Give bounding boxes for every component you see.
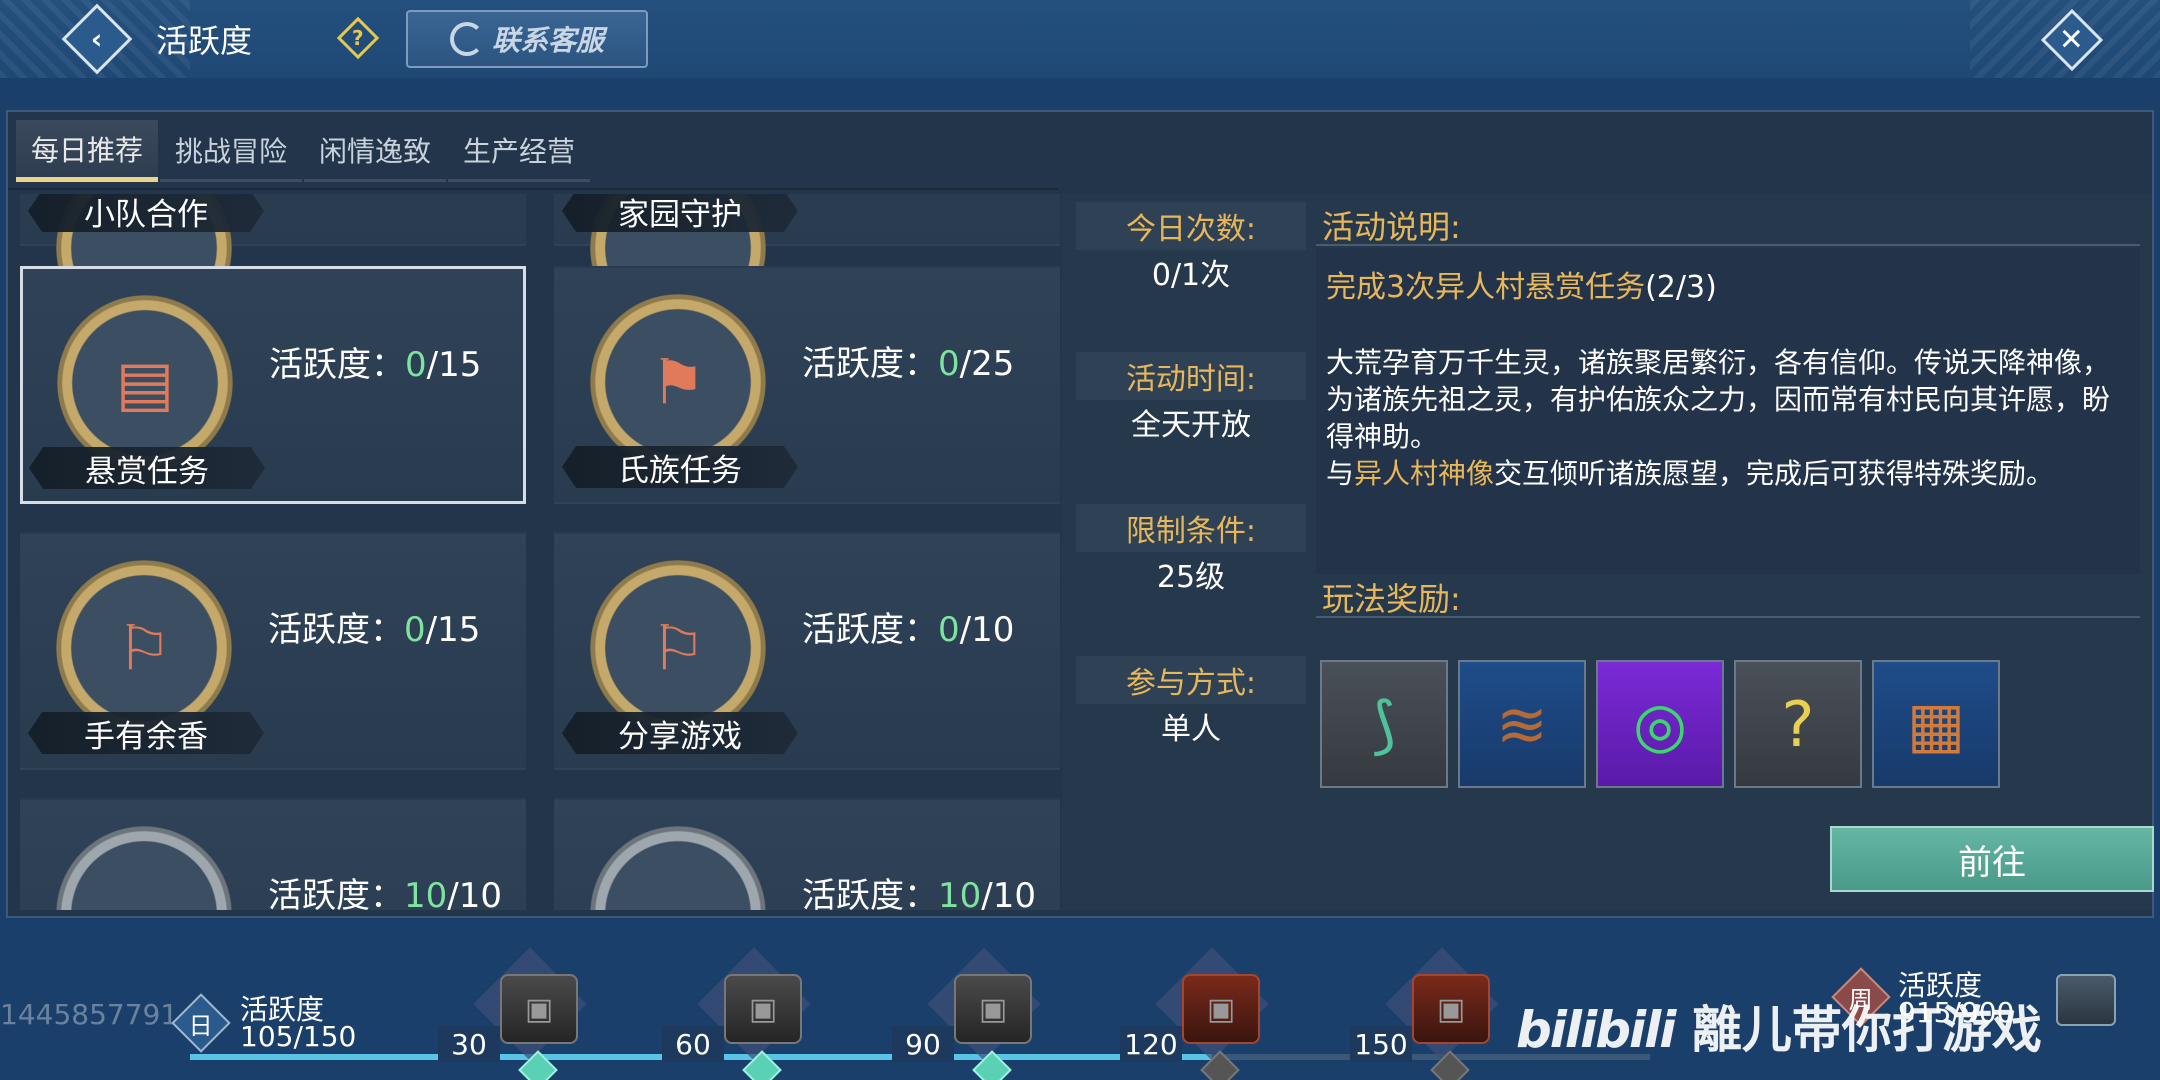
activity-emblem	[56, 826, 232, 910]
tab-challenge[interactable]: 挑战冒险	[160, 120, 302, 182]
milestone-90[interactable]: ▣ 90	[892, 947, 1052, 1080]
activity-emblem: ⚐	[56, 560, 232, 736]
reward-list: ⟆ ≋ ◎ ? ▦	[1320, 660, 2000, 788]
milestone-60[interactable]: ▣ 60	[662, 947, 822, 1080]
tab-production[interactable]: 生产经营	[448, 120, 590, 182]
customer-service-label: 联系客服	[491, 24, 604, 57]
activity-card-completed[interactable]: 活跃度：10/10	[20, 798, 526, 910]
activity-score: 活跃度：10/10	[802, 876, 1036, 910]
headset-icon	[449, 22, 484, 56]
milestone-value: 90	[892, 1026, 954, 1062]
activity-score: 活跃度：0/10	[802, 610, 1015, 650]
info-value: 单人	[1161, 712, 1221, 747]
daily-activity-value: 105/150	[240, 1020, 357, 1053]
milestone-30[interactable]: ▣ 30	[438, 947, 598, 1080]
milestone-150[interactable]: ▣ 150	[1350, 947, 1510, 1080]
info-value: 25级	[1156, 560, 1226, 595]
help-button[interactable]: ?	[336, 16, 380, 60]
go-button[interactable]: 前往	[1830, 826, 2154, 892]
scroll-icon: ⚐	[116, 611, 172, 685]
top-bar: ‹ 活跃度 ? 联系客服 ✕	[0, 0, 2160, 78]
bounty-board-icon: ▤	[115, 346, 175, 420]
description-box: 完成3次异人村悬赏任务(2/3) 大荒孕育万千生灵，诸族聚居繁衍，各有信仰。传说…	[1316, 248, 2140, 574]
info-label: 参与方式:	[1076, 656, 1306, 704]
treasure-chest-icon[interactable]: ▦	[1872, 660, 2000, 788]
chest-icon: ▣	[500, 974, 578, 1044]
activity-info-column: 今日次数: 0/1次 活动时间: 全天开放 限制条件: 25级 参与方式: 单人	[1076, 202, 1306, 902]
activity-emblem: ⚐	[590, 560, 766, 736]
activity-score: 活跃度：0/25	[802, 344, 1015, 384]
uid-watermark: 1445857791	[0, 998, 179, 1031]
activity-name: 手有余香	[28, 712, 264, 754]
weekly-chest-icon[interactable]	[2056, 974, 2116, 1026]
activity-card-fragrance[interactable]: ⚐ 活跃度：0/15 手有余香	[20, 532, 526, 770]
green-claw-icon[interactable]: ⟆	[1320, 660, 1448, 788]
category-tabs: 每日推荐 挑战冒险 闲情逸致 生产经营	[16, 120, 592, 188]
milestone-value: 30	[438, 1026, 500, 1062]
tab-divider	[8, 188, 1058, 190]
activity-score: 活跃度：0/15	[268, 610, 481, 650]
scroll-icon: ⚐	[650, 611, 706, 685]
info-time: 活动时间: 全天开放	[1076, 352, 1306, 444]
jade-ring-icon[interactable]: ◎	[1596, 660, 1724, 788]
bilibili-watermark: bilibili 離儿帯你打游戏	[1516, 1001, 2042, 1059]
milestone-value: 150	[1350, 1026, 1412, 1062]
tab-leisure[interactable]: 闲情逸致	[304, 120, 446, 182]
activity-emblem: ⚑	[590, 294, 766, 470]
info-daily-count: 今日次数: 0/1次	[1076, 202, 1306, 294]
info-label: 限制条件:	[1076, 504, 1306, 552]
daily-badge: 日	[171, 993, 231, 1053]
clan-banner-icon: ⚑	[650, 345, 706, 419]
activity-progress-bar: 1445857791 日 活跃度 105/150 ▣ 30 ▣ 60 ▣ 90 …	[0, 930, 2160, 1080]
close-icon: ✕	[2059, 22, 2085, 58]
description-text: 大荒孕育万千生灵，诸族聚居繁衍，各有信仰。传说天降神像，为诸族先祖之灵，有护佑族…	[1326, 346, 2111, 490]
customer-service-button[interactable]: 联系客服	[406, 10, 648, 68]
chest-icon: ▣	[1412, 974, 1490, 1044]
milestone-value: 120	[1120, 1026, 1182, 1062]
chest-icon: ▣	[954, 974, 1032, 1044]
activity-score: 活跃度：10/10	[268, 876, 502, 910]
activity-card-team[interactable]: 小队合作	[20, 194, 526, 336]
back-button[interactable]: ‹	[61, 3, 133, 75]
activity-card-completed[interactable]: 活跃度：10/10	[554, 798, 1060, 910]
activity-name: 悬赏任务	[29, 447, 265, 489]
info-label: 今日次数:	[1076, 202, 1306, 250]
page-title: 活跃度	[156, 22, 253, 60]
milestone-value: 60	[662, 1026, 724, 1062]
info-requirement: 限制条件: 25级	[1076, 504, 1306, 596]
activity-name: 分享游戏	[562, 712, 798, 754]
close-button[interactable]: ✕	[2040, 8, 2104, 72]
activity-emblem	[590, 826, 766, 910]
activity-score: 活跃度：0/15	[269, 345, 482, 385]
activity-card-share[interactable]: ⚐ 活跃度：0/10 分享游戏	[554, 532, 1060, 770]
activity-card-home[interactable]: 家园守护	[554, 194, 1060, 336]
milestone-120[interactable]: ▣ 120	[1120, 947, 1280, 1080]
activity-name: 氏族任务	[562, 446, 798, 488]
activity-name: 家园守护	[562, 194, 798, 232]
activity-card-clan[interactable]: ⚑ 活跃度：0/25 氏族任务	[554, 266, 1060, 504]
chest-icon: ▣	[1182, 974, 1260, 1044]
activity-card-bounty[interactable]: ▤ 活跃度：0/15 悬赏任务	[20, 266, 526, 504]
activity-description-column: 活动说明: 完成3次异人村悬赏任务(2/3) 大荒孕育万千生灵，诸族聚居繁衍，各…	[1316, 202, 2154, 902]
info-label: 活动时间:	[1076, 352, 1306, 400]
brown-feather-icon[interactable]: ≋	[1458, 660, 1586, 788]
back-arrow-icon: ‹	[91, 22, 103, 56]
activity-detail-panel: 今日次数: 0/1次 活动时间: 全天开放 限制条件: 25级 参与方式: 单人…	[1062, 194, 2154, 910]
info-value: 0/1次	[1151, 258, 1231, 293]
tab-daily-recommend[interactable]: 每日推荐	[16, 120, 158, 182]
mystery-stone-icon[interactable]: ?	[1734, 660, 1862, 788]
info-value: 全天开放	[1131, 408, 1251, 443]
reward-title: 玩法奖励:	[1316, 574, 2140, 618]
question-icon: ?	[352, 25, 364, 50]
description-title: 活动说明:	[1316, 202, 2140, 246]
info-mode: 参与方式: 单人	[1076, 656, 1306, 748]
activity-emblem: ▤	[57, 295, 233, 471]
activity-list[interactable]: 小队合作 家园守护 ▤ 活跃度：0/15 悬赏任务 ⚑ 活跃度：0/25 氏族任…	[14, 194, 1062, 910]
task-objective: 完成3次异人村悬赏任务(2/3)	[1326, 270, 1717, 305]
activity-name: 小队合作	[28, 194, 264, 232]
chest-icon: ▣	[724, 974, 802, 1044]
main-panel: 每日推荐 挑战冒险 闲情逸致 生产经营 小队合作 家园守护 ▤ 活跃度：0/15…	[6, 110, 2154, 918]
